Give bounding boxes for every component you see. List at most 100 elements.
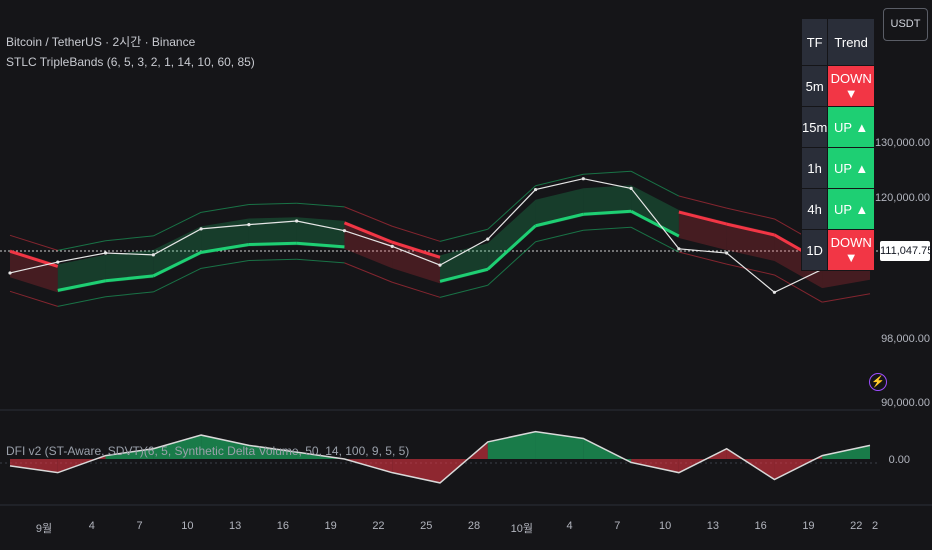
band-fill	[631, 185, 679, 239]
price-label: 130,000.00	[874, 137, 930, 149]
main-price-pane	[8, 170, 872, 307]
indicator-legend[interactable]: STLC TripleBands (6, 5, 3, 2, 1, 14, 10,…	[6, 55, 255, 69]
tf-cell: 15m	[802, 107, 828, 147]
price-point	[486, 237, 490, 241]
header-trend: Trend	[828, 19, 874, 65]
outer-band-lower	[9, 290, 58, 307]
price-point	[390, 244, 394, 248]
outer-band-lower	[57, 296, 106, 307]
price-point	[629, 186, 633, 190]
price-point	[56, 260, 60, 264]
table-row: 1D DOWN ▼	[802, 230, 874, 270]
trend-cell: DOWN ▼	[828, 230, 874, 270]
outer-band-upper	[201, 203, 249, 213]
price-point	[199, 227, 203, 231]
outer-band-lower	[678, 251, 727, 265]
price-point	[581, 177, 585, 181]
outer-band-lower	[439, 284, 488, 298]
tf-cell: 1D	[802, 230, 828, 270]
chart-canvas[interactable]	[0, 0, 932, 550]
date-tick-label: 9월	[35, 523, 53, 535]
outer-band-lower	[392, 281, 441, 298]
lightning-icon[interactable]: ⚡	[869, 373, 887, 391]
date-tick-label: 13	[706, 520, 719, 532]
outer-band-upper	[296, 202, 345, 208]
outer-band-upper	[344, 206, 393, 227]
trend-cell: DOWN ▼	[828, 66, 874, 106]
date-tick-label: 19	[324, 520, 337, 532]
price-label: 98,000.00	[881, 333, 930, 345]
outer-band-lower	[296, 258, 345, 264]
outer-band-upper	[105, 235, 154, 242]
oscillator-legend[interactable]: DFI v2 (ST-Aware, SDVT)(6, 5, Synthetic …	[6, 444, 409, 458]
date-tick-label: 7	[614, 520, 621, 532]
price-point	[342, 229, 347, 233]
date-tick-label: 10	[658, 520, 672, 532]
date-tick-label: 13	[228, 520, 242, 532]
price-point	[677, 247, 681, 251]
band-fill	[153, 226, 202, 278]
outer-band-upper	[9, 234, 58, 251]
date-tick-label: 16	[276, 520, 289, 532]
outer-band-upper	[678, 195, 727, 209]
outer-band-lower	[822, 293, 871, 303]
table-row: 15m UP ▲	[802, 107, 874, 147]
date-tick-label: 25	[420, 520, 433, 532]
trend-line	[248, 241, 297, 246]
outer-band-upper	[392, 225, 441, 242]
band-fill	[678, 210, 727, 251]
outer-band-lower	[344, 262, 393, 283]
outer-band-upper	[583, 170, 632, 175]
tf-cell: 5m	[802, 66, 828, 106]
band-fill	[487, 199, 536, 272]
tf-cell: 1h	[802, 148, 828, 188]
price-point	[247, 223, 251, 227]
trend-table-header: TF Trend	[802, 19, 874, 65]
date-tick-label: 10	[181, 520, 194, 532]
outer-band-upper	[248, 202, 297, 205]
price-point	[725, 251, 729, 255]
price-point	[8, 271, 12, 275]
outer-band-lower	[248, 258, 297, 261]
tf-cell: 4h	[802, 189, 828, 229]
oscillator-zero-label: 0.00	[888, 454, 910, 466]
outer-band-lower	[535, 229, 584, 243]
table-row: 5m DOWN ▼	[802, 66, 874, 106]
trend-cell: UP ▲	[828, 189, 874, 229]
outer-band-lower	[105, 291, 154, 298]
outer-band-upper	[726, 207, 775, 220]
date-tick-label: 22	[372, 520, 385, 532]
trend-table: TF Trend 5m DOWN ▼ 15m UP ▲ 1h UP ▲ 4h U…	[801, 18, 875, 271]
price-point	[103, 251, 108, 255]
price-point	[438, 263, 442, 267]
header-tf: TF	[802, 19, 828, 65]
oscillator-area	[487, 431, 536, 459]
band-fill	[535, 188, 584, 228]
oscillator-area	[10, 459, 58, 473]
oscillator-area	[392, 459, 440, 483]
outer-band-upper	[439, 228, 488, 242]
band-fill	[440, 243, 488, 284]
price-point	[295, 219, 299, 223]
trend-cell: UP ▲	[828, 107, 874, 147]
date-tick-label: 10월	[510, 523, 533, 535]
price-point	[772, 290, 777, 294]
currency-button[interactable]: USDT	[883, 8, 928, 41]
date-tick-label: 7	[136, 520, 143, 532]
outer-band-lower	[201, 259, 249, 269]
date-tick-label: 28	[467, 520, 481, 532]
date-tick-label: 4	[566, 520, 573, 532]
price-label: 90,000.00	[881, 397, 930, 409]
date-tick-label: 2	[871, 520, 879, 532]
price-point	[151, 253, 155, 257]
symbol-legend[interactable]: Bitcoin / TetherUS · 2시간 · Binance	[6, 33, 195, 50]
date-tick-label: 22	[850, 520, 863, 532]
table-row: 1h UP ▲	[802, 148, 874, 188]
price-label: 120,000.00	[874, 192, 930, 204]
current-price-tag: 111,047.75	[880, 241, 932, 261]
date-tick-label: 4	[88, 520, 95, 532]
band-fill	[726, 222, 775, 261]
date-tick-label: 16	[754, 520, 767, 532]
price-point	[533, 187, 538, 192]
table-row: 4h UP ▲	[802, 189, 874, 229]
